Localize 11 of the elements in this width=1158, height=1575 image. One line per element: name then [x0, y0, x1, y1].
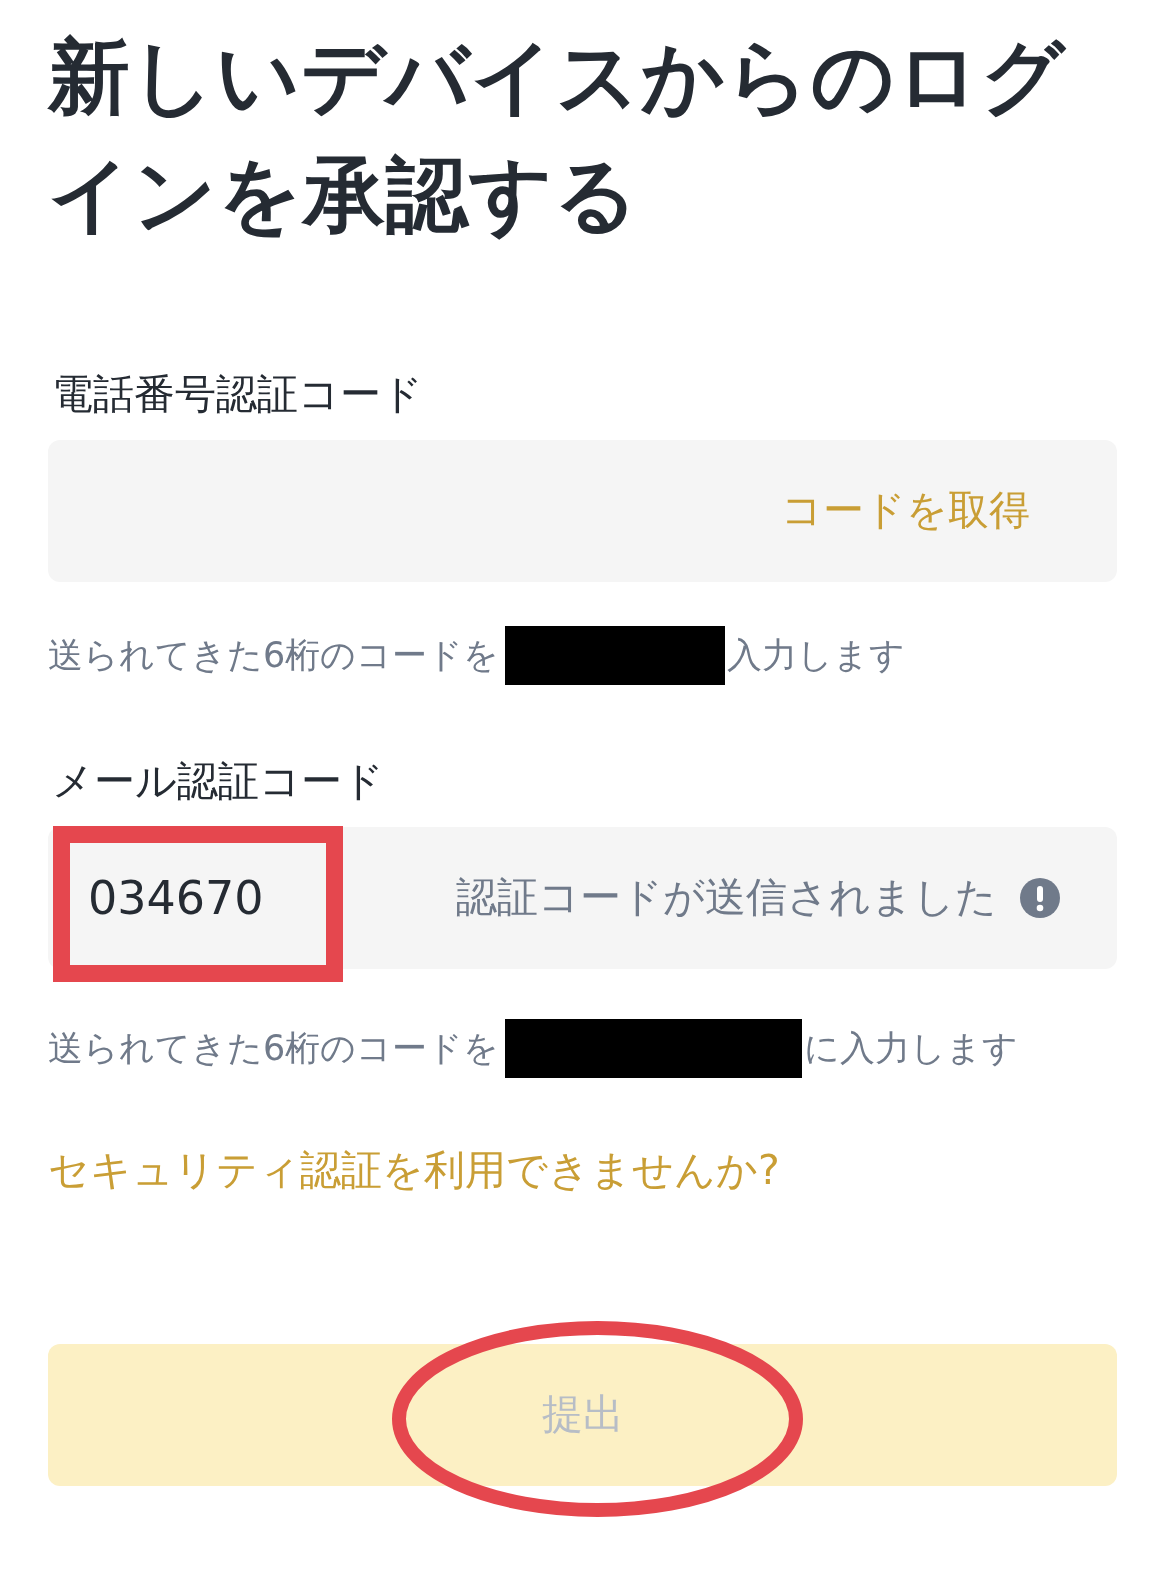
hint-text: 入力します	[727, 634, 906, 677]
field-label: 電話番号認証コード	[52, 369, 424, 420]
get-code-button[interactable]: コードを取得	[781, 484, 1030, 538]
help-link[interactable]: セキュリティ認証を利用できませんか?	[48, 1141, 780, 1200]
hint-text: 送られてきた6桁のコードを	[48, 634, 500, 677]
page-title: 新しいデバイスからのログインを承認する	[48, 28, 1067, 244]
field-label: メール認証コード	[52, 756, 385, 807]
hint-text: 送られてきた6桁のコードを	[48, 1027, 500, 1070]
hint-text: に入力します	[804, 1027, 1019, 1070]
status-text: 認証コードが送信されました	[456, 872, 997, 924]
alert-icon	[1020, 878, 1060, 918]
